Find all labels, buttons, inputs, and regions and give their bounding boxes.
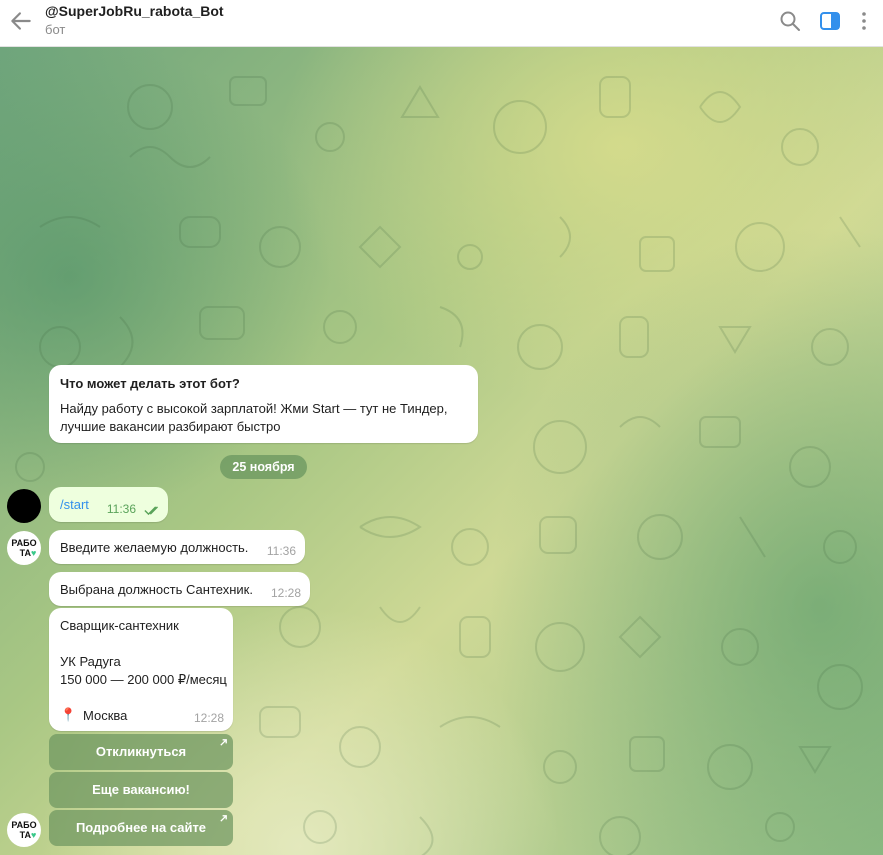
chat-title[interactable]: @SuperJobRu_rabota_Bot xyxy=(45,3,224,19)
vacancy-salary: 150 000 — 200 000 ₽/месяц xyxy=(60,672,227,687)
message-time: 11:36 xyxy=(106,502,136,516)
bot-avatar[interactable]: РАБО ТА♥ xyxy=(7,531,41,565)
more-vacancies-button-label: Еще вакансию! xyxy=(92,782,190,797)
message-text: Введите желаемую должность. xyxy=(60,540,249,555)
bot-avatar-text-line1: РАБО xyxy=(11,538,37,548)
bot-description-text-line2: лучшие вакансии разбирают быстро xyxy=(60,419,281,434)
bot-avatar[interactable]: РАБО ТА♥ xyxy=(7,813,41,847)
vacancy-location: Москва xyxy=(83,708,128,723)
vacancy-title: Сварщик-сантехник xyxy=(60,618,179,633)
search-icon[interactable] xyxy=(778,9,802,33)
more-menu-icon[interactable] xyxy=(852,9,876,33)
read-checkmarks-icon xyxy=(144,506,159,516)
chat-area[interactable]: Что может делать этот бот? Найду работу … xyxy=(0,47,883,855)
bot-avatar-text-line2: ТА xyxy=(19,830,32,840)
respond-button-label: Откликнуться xyxy=(95,744,187,759)
vacancy-company: УК Радуга xyxy=(60,654,121,669)
chat-header: @SuperJobRu_rabota_Bot бот xyxy=(0,0,883,47)
message-bubble-incoming[interactable]: Выбрана должность Сантехник. 12:28 xyxy=(49,572,310,606)
message-bubble-incoming[interactable]: Введите желаемую должность. 11:36 xyxy=(49,530,305,564)
back-arrow-icon[interactable] xyxy=(8,8,34,34)
start-command-link[interactable]: /start xyxy=(60,496,89,514)
message-time: 11:36 xyxy=(266,544,296,558)
heart-icon: ♥ xyxy=(31,548,37,558)
message-bubble-outgoing[interactable]: /start 11:36 xyxy=(49,487,168,522)
external-link-arrow-icon xyxy=(220,739,227,746)
location-pin-icon: 📍 xyxy=(60,707,77,722)
user-avatar[interactable] xyxy=(7,489,41,523)
bot-description-card: Что может делать этот бот? Найду работу … xyxy=(49,365,478,443)
vacancy-message[interactable]: Сварщик-сантехник УК Радуга 150 000 — 20… xyxy=(49,608,233,731)
heart-icon: ♥ xyxy=(31,830,37,840)
message-time: 12:28 xyxy=(193,711,224,725)
respond-button[interactable]: Откликнуться xyxy=(49,734,233,770)
bot-description-heading: Что может делать этот бот? xyxy=(60,376,240,391)
bot-avatar-text-line1: РАБО xyxy=(11,820,37,830)
date-separator: 25 ноября xyxy=(220,455,307,479)
bot-avatar-text-line2: ТА xyxy=(19,548,32,558)
message-text: Выбрана должность Сантехник. xyxy=(60,582,253,597)
message-time: 12:28 xyxy=(270,586,301,600)
details-on-site-button[interactable]: Подробнее на сайте xyxy=(49,810,233,846)
sidebar-toggle-icon[interactable] xyxy=(818,9,842,33)
details-on-site-button-label: Подробнее на сайте xyxy=(75,820,207,835)
more-vacancies-button[interactable]: Еще вакансию! xyxy=(49,772,233,808)
bot-description-text-line1: Найду работу с высокой зарплатой! Жми St… xyxy=(60,401,448,416)
chat-subtitle: бот xyxy=(45,22,66,37)
external-link-arrow-icon xyxy=(220,815,227,822)
